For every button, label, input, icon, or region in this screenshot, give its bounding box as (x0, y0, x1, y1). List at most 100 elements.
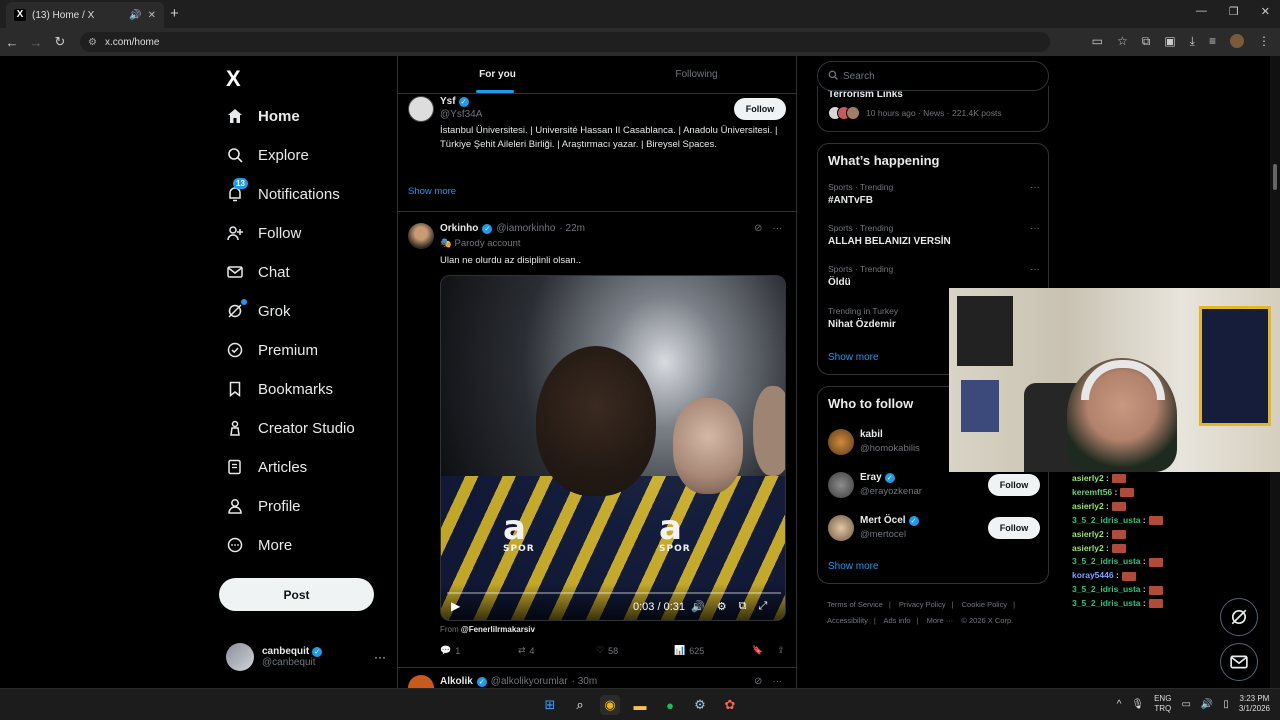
media-icon[interactable]: ≡ (1209, 34, 1216, 49)
speaker-icon[interactable]: 🔊 (129, 10, 141, 21)
tweet-author-name[interactable]: Orkinho (440, 223, 478, 234)
nav-explore[interactable]: Explore (226, 140, 309, 170)
avatar[interactable] (408, 223, 434, 249)
show-more-link[interactable]: Show more (828, 561, 879, 572)
windows-start-icon[interactable]: ⊞ (540, 695, 560, 715)
messages-fab-button[interactable] (1220, 643, 1258, 681)
tweet-author-handle[interactable]: @alkolikyorumlar (491, 676, 568, 687)
follow-button[interactable]: Follow (988, 474, 1040, 496)
volume-icon[interactable]: 🔊 (691, 600, 705, 613)
follow-suggestion[interactable]: Mert Öcel ✓ @mertocel Follow (828, 515, 1040, 545)
app-icon[interactable]: ✿ (720, 695, 740, 715)
tweet-more-icon[interactable]: ··· (772, 676, 782, 687)
spotify-icon[interactable]: ● (660, 695, 680, 715)
steam-icon[interactable]: ⚙ (690, 695, 710, 715)
sidepanel-icon[interactable]: ▣ (1164, 34, 1175, 49)
reload-icon[interactable]: ↻ (48, 34, 72, 50)
browser-menu-icon[interactable]: ⋮ (1258, 34, 1270, 49)
grok-icon[interactable]: ⊘ (754, 676, 762, 687)
nav-bookmarks[interactable]: Bookmarks (226, 374, 333, 404)
new-tab-button[interactable]: + (170, 5, 179, 22)
x-logo-icon[interactable]: X (226, 66, 241, 92)
download-icon[interactable]: ⤓ (1190, 34, 1195, 49)
like-button[interactable]: ♡ 58 (596, 645, 674, 656)
video-source-link[interactable]: @Fenerlilrmakarsiv (461, 625, 535, 634)
nav-profile[interactable]: Profile (226, 491, 301, 521)
nav-more[interactable]: More (226, 530, 292, 560)
footer-link[interactable]: Cookie Policy (962, 600, 1007, 609)
tweet-author-handle[interactable]: @iamorkinho (496, 223, 555, 234)
tab-following[interactable]: Following (597, 56, 796, 93)
footer-link[interactable]: Privacy Policy (899, 600, 946, 609)
nav-grok[interactable]: Grok (226, 296, 291, 326)
tab-for-you[interactable]: For you (398, 56, 597, 93)
search-icon[interactable]: ⌕ (570, 695, 590, 715)
profile-handle[interactable]: @Ysf34A (440, 109, 482, 120)
forward-icon[interactable]: → (24, 35, 48, 50)
url-field[interactable]: ⚙ x.com/home (80, 32, 1050, 52)
grok-icon[interactable]: ⊘ (754, 223, 762, 234)
browser-tab[interactable]: X (13) Home / X 🔊 ✕ (6, 2, 164, 28)
browser-profile-avatar[interactable] (1230, 34, 1244, 48)
trend-news-item[interactable]: Terrorism Links 10 hours ago · News · 22… (817, 86, 1049, 132)
play-icon[interactable]: ▶ (451, 599, 460, 613)
nav-articles[interactable]: Articles (226, 452, 307, 482)
back-icon[interactable]: ← (0, 35, 24, 50)
language-indicator[interactable]: ENG TRQ (1154, 694, 1171, 714)
close-window-icon[interactable]: ✕ (1261, 5, 1270, 18)
tweet-author-name[interactable]: Alkolik (440, 676, 473, 687)
volume-icon[interactable]: 🔊 (1201, 699, 1213, 710)
settings-icon[interactable]: ⚙ (717, 600, 727, 613)
system-clock[interactable]: 3:23 PM 3/1/2026 (1239, 694, 1270, 714)
pip-icon[interactable]: ⧉ (739, 600, 747, 613)
repost-button[interactable]: ⇄ 4 (518, 645, 596, 656)
tweet-time[interactable]: · 30m (572, 676, 598, 687)
site-info-icon[interactable]: ⚙ (88, 37, 97, 48)
trend-more-icon[interactable]: ··· (1030, 182, 1040, 193)
tweet[interactable]: Alkolik ✓ @alkolikyorumlar · 30m ⊘ ··· (398, 672, 796, 688)
tray-overflow-icon[interactable]: ^ (1117, 699, 1122, 710)
chrome-icon[interactable]: ◉ (600, 695, 620, 715)
bookmark-icon[interactable]: 🔖 (752, 645, 763, 656)
nav-premium[interactable]: Premium (226, 335, 318, 365)
minimize-icon[interactable]: — (1196, 5, 1207, 18)
footer-link[interactable]: Accessibility (827, 616, 868, 625)
cast-icon[interactable]: ▭ (1092, 34, 1103, 49)
account-more-icon[interactable]: ··· (374, 650, 386, 664)
extensions-icon[interactable]: ⧉ (1142, 34, 1151, 49)
video-progress-bar[interactable] (447, 592, 781, 594)
nav-notifications[interactable]: 13 Notifications (226, 178, 340, 209)
nav-follow[interactable]: Follow (226, 218, 301, 248)
battery-icon[interactable]: ▯ (1223, 699, 1229, 710)
network-icon[interactable]: ▭ (1181, 699, 1190, 710)
trend-more-icon[interactable]: ··· (1030, 264, 1040, 275)
footer-link[interactable]: Terms of Service (827, 600, 883, 609)
fullscreen-icon[interactable]: ⤢ (758, 600, 767, 613)
follow-button[interactable]: Follow (988, 517, 1040, 539)
avatar[interactable] (408, 675, 434, 688)
follow-button[interactable]: Follow (734, 98, 786, 120)
reply-button[interactable]: 💬 1 (440, 645, 518, 656)
microphone-icon[interactable]: 🎙 (1131, 699, 1144, 710)
nav-chat[interactable]: Chat (226, 257, 290, 287)
trend-more-icon[interactable]: ··· (1030, 223, 1040, 234)
tweet[interactable]: Orkinho ✓ @iamorkinho · 22m ⊘ ··· 🎭 Paro… (398, 213, 796, 668)
tweet-time[interactable]: · 22m (559, 223, 585, 234)
trend-item[interactable]: Sports · Trending Öldü ··· (828, 264, 1040, 288)
nav-creator-studio[interactable]: Creator Studio (226, 413, 355, 443)
show-more-link[interactable]: Show more (408, 186, 456, 197)
profile-name[interactable]: Ysf (440, 96, 456, 107)
grok-fab-button[interactable] (1220, 598, 1258, 636)
trend-item[interactable]: Sports · Trending ALLAH BELANIZI VERSİN … (828, 223, 1040, 247)
show-more-link[interactable]: Show more (828, 352, 879, 363)
trend-item[interactable]: Sports · Trending #ANTvFB ··· (828, 182, 1040, 206)
footer-link[interactable]: Ads info (883, 616, 910, 625)
views-button[interactable]: 📊 625 (674, 645, 752, 656)
share-icon[interactable]: ⇪ (777, 645, 785, 656)
file-explorer-icon[interactable]: ▬ (630, 695, 650, 715)
scrollbar-thumb[interactable] (1273, 164, 1277, 190)
account-switcher[interactable]: canbequit ✓ @canbequit ··· (226, 642, 386, 672)
star-icon[interactable]: ☆ (1117, 34, 1128, 49)
avatar[interactable] (408, 96, 434, 122)
footer-link[interactable]: More ··· (927, 616, 954, 625)
